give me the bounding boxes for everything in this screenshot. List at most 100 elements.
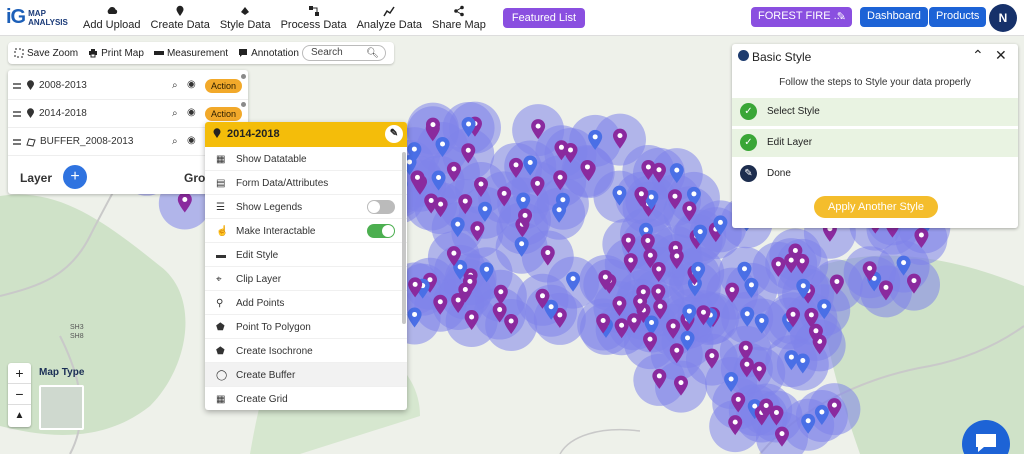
nav-analyze-data[interactable]: Analyze Data	[352, 0, 427, 36]
search-input[interactable]: Search 🔍︎	[302, 45, 386, 61]
step-done[interactable]: ✎ Done	[732, 160, 1018, 188]
menu-create-buffer[interactable]: ◯ Create Buffer	[205, 363, 407, 387]
marker-dot	[469, 314, 475, 320]
nav-create-data[interactable]: Create Data	[146, 0, 215, 36]
menu-form-data[interactable]: ▤ Form Data/Attributes	[205, 171, 407, 195]
map-type-label: Map Type	[39, 367, 85, 378]
marker-dot	[519, 241, 525, 247]
eye-icon[interactable]: ◉	[187, 79, 196, 90]
map-type-thumbnail[interactable]	[39, 385, 84, 430]
marker-dot	[556, 207, 562, 213]
point-layer-icon	[27, 108, 34, 118]
make-interactable-toggle[interactable]	[367, 224, 395, 238]
marker-dot	[831, 402, 837, 408]
menu-create-grid[interactable]: ▦ Create Grid	[205, 387, 407, 410]
drag-handle-icon[interactable]	[13, 138, 21, 145]
apply-another-style-button[interactable]: Apply Another Style	[814, 196, 938, 218]
marker-dot	[428, 197, 434, 203]
products-button[interactable]: Products	[929, 7, 987, 27]
zoom-out-button[interactable]: −	[8, 384, 31, 405]
marker-dot	[691, 191, 697, 197]
eye-icon[interactable]: ◉	[187, 107, 196, 118]
marker-dot	[792, 248, 798, 254]
menu-scrollbar[interactable]	[402, 152, 406, 324]
marker-dot	[455, 221, 461, 227]
step-select-style[interactable]: ✓ Select Style	[732, 98, 1018, 126]
zoom-to-layer-icon[interactable]: ⌕	[172, 136, 178, 147]
marker-dot	[497, 307, 503, 313]
marker-dot	[834, 278, 840, 284]
annotation-button[interactable]: Annotation	[238, 48, 299, 59]
marker-dot	[640, 289, 646, 295]
marker-dot	[638, 191, 644, 197]
drag-handle-icon[interactable]	[13, 82, 21, 89]
layer-row-2008-2013[interactable]: 2008-2013 ⌕ ◉ Action	[8, 72, 248, 100]
show-legends-toggle[interactable]	[367, 200, 395, 214]
marker-dot	[813, 328, 819, 334]
measurement-button[interactable]: Measurement	[153, 48, 228, 59]
share-icon	[454, 5, 464, 16]
compass-button[interactable]: ▲	[8, 405, 31, 426]
action-button[interactable]: Action	[205, 79, 243, 93]
menu-add-points[interactable]: ⚲ Add Points	[205, 291, 407, 315]
collapse-chevron-icon[interactable]: ⌃	[972, 47, 984, 64]
menu-show-legends[interactable]: ☰ Show Legends	[205, 195, 407, 219]
marker-dot	[735, 396, 741, 402]
table-icon: ▦	[216, 154, 226, 165]
marker-dot	[788, 257, 794, 263]
user-avatar[interactable]: N	[989, 4, 1017, 32]
marker-dot	[455, 297, 461, 303]
form-icon: ▤	[216, 178, 226, 189]
marker-dot	[883, 284, 889, 290]
marker-dot	[805, 418, 811, 424]
marker-dot	[430, 122, 436, 128]
step-edit-layer[interactable]: ✓ Edit Layer	[732, 129, 1018, 157]
marker-dot	[695, 266, 701, 272]
marker-dot	[474, 225, 480, 231]
buffer-icon: ◯	[216, 370, 228, 381]
menu-edit-style[interactable]: ▬ Edit Style	[205, 243, 407, 267]
zoom-in-button[interactable]: +	[8, 363, 31, 384]
dashboard-button[interactable]: Dashboard	[860, 7, 928, 27]
marker-dot	[800, 283, 806, 289]
nav-style-data[interactable]: Style Data	[215, 0, 276, 36]
marker-dot	[697, 229, 703, 235]
marker-dot	[800, 358, 806, 364]
zoom-to-layer-icon[interactable]: ⌕	[172, 108, 178, 119]
marker-dot	[674, 167, 680, 173]
marker-dot	[775, 261, 781, 267]
nav-process-data[interactable]: Process Data	[276, 0, 352, 36]
action-button[interactable]: Action	[205, 107, 243, 121]
marker-dot	[440, 141, 446, 147]
edit-pencil-icon[interactable]: ✎	[385, 125, 403, 143]
isochrone-icon: ⬟	[216, 346, 225, 357]
marker-dot	[732, 419, 738, 425]
marker-dot	[478, 181, 484, 187]
menu-show-datatable[interactable]: ▦ Show Datatable	[205, 147, 407, 171]
zoom-to-layer-icon[interactable]: ⌕	[172, 80, 178, 91]
featured-list-button[interactable]: Featured List	[502, 7, 586, 28]
marker-dot	[558, 144, 564, 150]
marker-dot	[744, 311, 750, 317]
marker-dot	[685, 335, 691, 341]
menu-create-isochrone[interactable]: ⬟ Create Isochrone	[205, 339, 407, 363]
marker-dot	[438, 201, 444, 207]
marker-dot	[674, 347, 680, 353]
app-logo[interactable]: iG MAP ANALYSIS	[6, 6, 78, 29]
eye-icon[interactable]: ◉	[187, 135, 196, 146]
close-icon[interactable]: ✕	[995, 47, 1007, 64]
layer-tab-label[interactable]: Layer	[20, 171, 52, 185]
menu-clip-layer[interactable]: ⌖ Clip Layer	[205, 267, 407, 291]
menu-point-to-polygon[interactable]: ⬟ Point To Polygon	[205, 315, 407, 339]
print-map-button[interactable]: Print Map	[88, 48, 144, 59]
drag-handle-icon[interactable]	[13, 110, 21, 117]
nav-add-upload[interactable]: Add Upload	[78, 0, 146, 36]
nav-share-map[interactable]: Share Map	[427, 0, 491, 36]
add-layer-button[interactable]: +	[63, 165, 87, 189]
chat-button[interactable]	[962, 420, 1010, 454]
marker-dot	[570, 276, 576, 282]
menu-make-interactable[interactable]: ☝ Make Interactable	[205, 219, 407, 243]
save-zoom-button[interactable]: Save Zoom	[14, 48, 78, 59]
globe-icon	[738, 50, 749, 61]
project-title-button[interactable]: FOREST FIRE ... ✎	[751, 7, 852, 27]
